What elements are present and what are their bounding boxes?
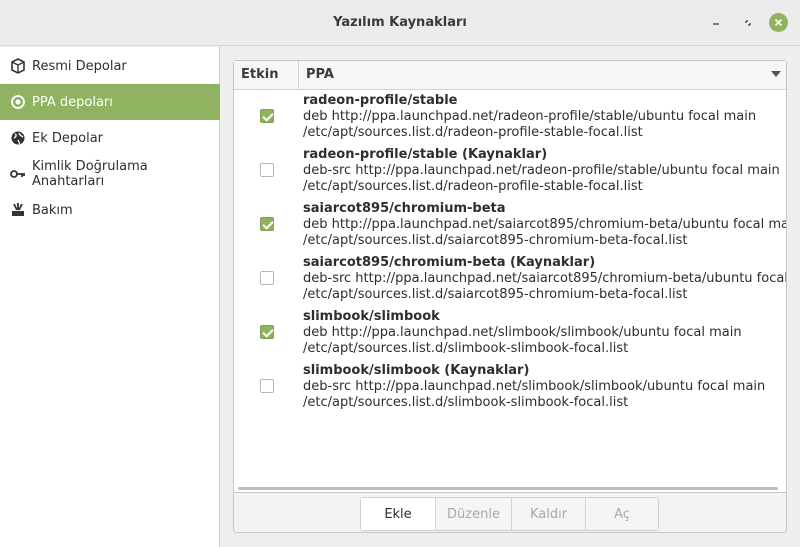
list-item[interactable]: slimbook/slimbook (Kaynaklar) deb-src ht… (234, 363, 786, 417)
list-item[interactable]: saiarcot895/chromium-beta (Kaynaklar) de… (234, 255, 786, 309)
ppa-panel: Etkin PPA radeon-profile/stable deb http… (233, 60, 787, 533)
sidebar-item-official-repos[interactable]: Resmi Depolar (0, 48, 220, 84)
list-item[interactable]: radeon-profile/stable deb http://ppa.lau… (234, 93, 786, 147)
column-header-ppa[interactable]: PPA (306, 61, 334, 89)
ppa-name: slimbook/slimbook (303, 309, 440, 324)
ppa-file: /etc/apt/sources.list.d/slimbook-slimboo… (303, 341, 629, 356)
sort-arrow-icon[interactable] (771, 71, 781, 77)
edit-button[interactable]: Düzenle (436, 498, 512, 530)
ppa-name: saiarcot895/chromium-beta (303, 201, 506, 216)
remove-button[interactable]: Kaldır (512, 498, 586, 530)
sidebar-item-label: Resmi Depolar (32, 58, 127, 74)
ppa-name: slimbook/slimbook (Kaynaklar) (303, 363, 530, 378)
ppa-line: deb http://ppa.launchpad.net/slimbook/sl… (303, 325, 742, 340)
maximize-icon[interactable] (738, 13, 758, 33)
list-item[interactable]: radeon-profile/stable (Kaynaklar) deb-sr… (234, 147, 786, 201)
window-title: Yazılım Kaynakları (333, 15, 467, 30)
target-icon (10, 94, 26, 110)
ppa-line: deb-src http://ppa.launchpad.net/slimboo… (303, 379, 766, 394)
sidebar-item-additional-repos[interactable]: Ek Depolar (0, 120, 220, 156)
ppa-file: /etc/apt/sources.list.d/radeon-profile-s… (303, 125, 643, 140)
ppa-line: deb-src http://ppa.launchpad.net/radeon-… (303, 163, 780, 178)
package-icon (10, 58, 26, 74)
sidebar: Resmi Depolar PPA depoları Ek Depolar Ki… (0, 47, 220, 547)
list-header: Etkin PPA (234, 61, 786, 90)
ppa-list: Etkin PPA radeon-profile/stable deb http… (234, 61, 786, 493)
enable-checkbox[interactable] (260, 163, 274, 177)
sidebar-item-label: Bakım (32, 202, 73, 218)
ppa-file: /etc/apt/sources.list.d/saiarcot895-chro… (303, 287, 688, 302)
ppa-line: deb http://ppa.launchpad.net/saiarcot895… (303, 217, 786, 232)
globe-icon (10, 130, 26, 146)
ppa-name: radeon-profile/stable (303, 93, 458, 108)
ppa-line: deb-src http://ppa.launchpad.net/saiarco… (303, 271, 786, 286)
enable-checkbox[interactable] (260, 325, 274, 339)
close-icon[interactable] (769, 13, 788, 32)
enable-checkbox[interactable] (260, 271, 274, 285)
sidebar-item-auth-keys[interactable]: Kimlik Doğrulama Anahtarları (0, 156, 220, 192)
action-button-bar: Ekle Düzenle Kaldır Aç (360, 497, 659, 531)
enable-checkbox[interactable] (260, 217, 274, 231)
add-button[interactable]: Ekle (361, 498, 436, 530)
maintenance-icon (10, 202, 26, 218)
ppa-name: saiarcot895/chromium-beta (Kaynaklar) (303, 255, 596, 270)
column-header-enabled[interactable]: Etkin (234, 61, 299, 90)
minimize-icon[interactable] (706, 13, 726, 33)
key-icon (10, 166, 26, 182)
enable-checkbox[interactable] (260, 109, 274, 123)
sidebar-item-label: Ek Depolar (32, 130, 104, 146)
list-item[interactable]: saiarcot895/chromium-beta deb http://ppa… (234, 201, 786, 255)
horizontal-scrollbar[interactable] (238, 487, 778, 490)
ppa-file: /etc/apt/sources.list.d/radeon-profile-s… (303, 179, 643, 194)
sidebar-item-label: PPA depoları (32, 94, 113, 110)
title-bar: Yazılım Kaynakları (0, 0, 800, 46)
ppa-name: radeon-profile/stable (Kaynaklar) (303, 147, 548, 162)
enable-checkbox[interactable] (260, 379, 274, 393)
sidebar-item-maintenance[interactable]: Bakım (0, 192, 220, 228)
ppa-file: /etc/apt/sources.list.d/slimbook-slimboo… (303, 395, 629, 410)
open-button[interactable]: Aç (586, 498, 658, 530)
ppa-file: /etc/apt/sources.list.d/saiarcot895-chro… (303, 233, 688, 248)
sidebar-item-label: Kimlik Doğrulama Anahtarları (32, 159, 148, 189)
list-item[interactable]: slimbook/slimbook deb http://ppa.launchp… (234, 309, 786, 363)
ppa-line: deb http://ppa.launchpad.net/radeon-prof… (303, 109, 757, 124)
sidebar-item-ppa[interactable]: PPA depoları (0, 84, 220, 120)
